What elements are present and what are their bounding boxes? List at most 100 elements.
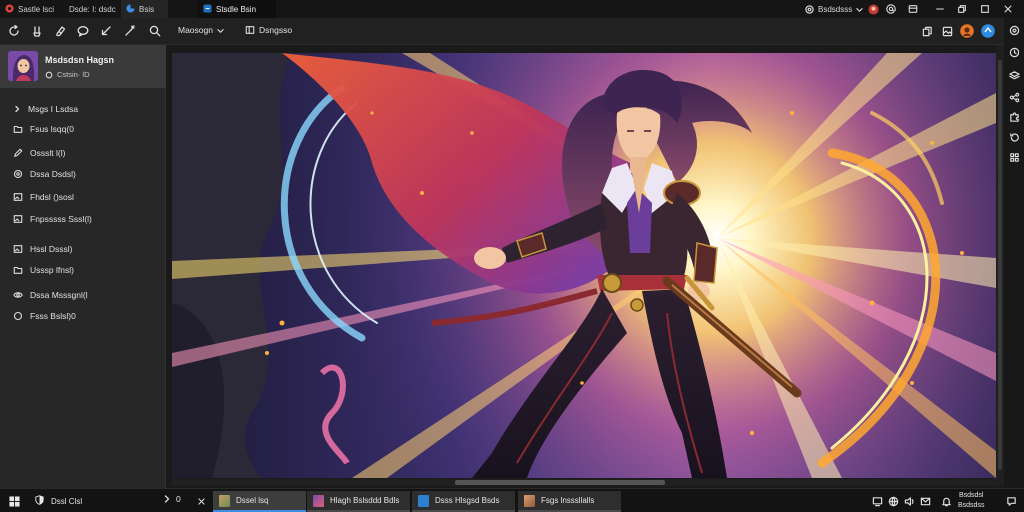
system-clock[interactable]: Bsdsdsl Bsdsdss <box>958 491 984 511</box>
task-counter[interactable]: 0 <box>163 494 181 504</box>
taskbar-app-label: Dsss Hlsgsd Bsds <box>435 496 500 505</box>
eraser-icon[interactable] <box>52 23 68 39</box>
pen-icon <box>13 148 23 158</box>
avatar[interactable] <box>8 51 38 81</box>
brush-icon[interactable] <box>29 23 45 39</box>
gallery-icon[interactable] <box>939 23 955 39</box>
taskbar: Dssl Clsl 0 Dssel lsq Hlagh Bslsddd Bdls… <box>0 488 1024 512</box>
grid-icon[interactable] <box>1008 151 1020 163</box>
monitor-icon[interactable] <box>871 495 883 507</box>
puzzle-icon[interactable] <box>1008 111 1020 123</box>
profile-header[interactable]: Msdsdsn Hagsn Cstsin· lD <box>0 45 166 88</box>
close-icon[interactable] <box>195 495 207 507</box>
taskbar-app-label: Fsgs lnsssllalls <box>541 496 595 505</box>
settings-circle-icon <box>805 4 814 14</box>
copy-icon[interactable] <box>919 23 935 39</box>
tab-dsde[interactable]: Dsde: I: dsdc <box>64 0 120 18</box>
image-app-icon <box>313 494 324 507</box>
sidebar-item-label: Fhdsl ()sosl <box>30 192 74 202</box>
tab-sastle[interactable]: Sastle lsci <box>0 0 64 18</box>
volume-icon[interactable] <box>903 495 915 507</box>
tab-stsdle[interactable]: Stsdle Bsin <box>198 0 276 18</box>
close-icon[interactable] <box>1002 3 1014 15</box>
sidebar-item-fnpsssss[interactable]: Fnpsssss Sssl(l) <box>0 210 166 228</box>
app-logo-icon <box>5 3 14 15</box>
mail-icon[interactable] <box>919 495 931 507</box>
taskbar-search[interactable]: Dssl Clsl <box>34 494 82 508</box>
user-avatar[interactable] <box>867 3 879 15</box>
toolbar: Maosogn Dsngsso <box>0 18 1024 45</box>
browser-icon <box>126 3 135 15</box>
image-icon <box>13 214 23 224</box>
artwork-image[interactable] <box>172 53 996 478</box>
sidebar-item-label: Msgs I Lsdsa <box>28 104 79 114</box>
workspace-menu[interactable]: Maosogn <box>178 25 224 35</box>
network-icon[interactable] <box>887 495 899 507</box>
sidebar-item-fsus[interactable]: Fsus lsqq(0 <box>0 120 166 138</box>
sidebar-item-usssp[interactable]: Usssp lfnsl) <box>0 261 166 279</box>
circle-icon <box>13 311 23 321</box>
share-icon[interactable] <box>1008 91 1020 103</box>
comment-icon[interactable] <box>75 23 91 39</box>
status-text: Cstsin· lD <box>57 70 90 79</box>
bell-icon[interactable] <box>940 495 952 507</box>
scroll-thumb[interactable] <box>998 60 1002 470</box>
wand-icon[interactable] <box>122 23 138 39</box>
user-avatar-blue[interactable] <box>980 23 996 39</box>
shield-icon <box>34 494 45 508</box>
arrow-icon[interactable] <box>98 23 114 39</box>
clock-icon[interactable] <box>1008 46 1020 58</box>
taskbar-app-2[interactable]: Hlagh Bslsddd Bdls <box>307 491 410 512</box>
windows-start-icon[interactable] <box>8 495 20 507</box>
taskbar-app-1[interactable]: Dssel lsq <box>213 491 306 512</box>
workspace-menu-label: Maosogn <box>178 25 213 35</box>
sidebar-item-fsss[interactable]: Fsss Bslsl)0 <box>0 307 166 325</box>
history-icon[interactable] <box>1008 131 1020 143</box>
layers-icon[interactable] <box>1008 69 1020 81</box>
folder-icon <box>13 265 23 275</box>
view-label: Dsngsso <box>259 25 293 35</box>
search-icon[interactable] <box>147 23 163 39</box>
right-panel <box>1004 18 1024 488</box>
sidebar-item-hssl[interactable]: Hssl Dsssl) <box>0 240 166 258</box>
tab-label: Bsis <box>139 4 155 14</box>
image-app-icon <box>524 494 535 507</box>
scroll-thumb[interactable] <box>455 480 665 485</box>
sidebar-item-label: Usssp lfnsl) <box>30 265 74 275</box>
vertical-scrollbar[interactable] <box>996 45 1004 486</box>
taskbar-app-4[interactable]: Fsgs lnsssllalls <box>518 491 621 512</box>
panel-icon <box>245 25 255 35</box>
maximize-icon[interactable] <box>979 3 991 15</box>
sidebar-item-msgs[interactable]: Msgs I Lsdsa <box>0 100 166 118</box>
eye-icon <box>13 290 23 300</box>
sidebar-item-ossslt[interactable]: Ossslt l(l) <box>0 144 166 162</box>
sidebar-item-label: Dssa Msssgnl(l <box>30 290 88 300</box>
title-bar: Sastle lsci Dsde: I: dsdc Bsis Stsdle Bs… <box>0 0 1024 18</box>
minimize-icon[interactable] <box>934 3 946 15</box>
clock-time: Bsdsdsl <box>958 492 984 499</box>
back-icon[interactable] <box>6 23 22 39</box>
settings-icon[interactable] <box>1008 24 1020 36</box>
chevron-down-icon <box>856 6 863 13</box>
sidebar-item-label: Ossslt l(l) <box>30 148 66 158</box>
tab-bsis[interactable]: Bsis <box>121 0 168 18</box>
sidebar-item-dssa[interactable]: Dssa Dsdsl) <box>0 165 166 183</box>
view-button[interactable]: Dsngsso <box>245 25 292 35</box>
document-app-icon <box>418 494 429 507</box>
account-menu[interactable]: Bsdsdsss <box>805 3 863 15</box>
notification-icon[interactable] <box>1005 495 1017 507</box>
at-icon[interactable] <box>885 3 897 15</box>
horizontal-scrollbar[interactable] <box>172 479 996 486</box>
restore-icon[interactable] <box>956 3 968 15</box>
account-label: Bsdsdsss <box>818 4 853 14</box>
image-icon <box>13 244 23 254</box>
search-label: Dssl Clsl <box>51 496 83 506</box>
user-avatar-orange[interactable] <box>959 23 975 39</box>
tab-label: Stsdle Bsin <box>216 4 257 14</box>
sidebar-item-label: Dssa Dsdsl) <box>30 169 76 179</box>
taskbar-app-3[interactable]: Dsss Hlsgsd Bsds <box>412 491 515 512</box>
sidebar-item-fhdsl[interactable]: Fhdsl ()sosl <box>0 188 166 206</box>
window-tile-icon[interactable] <box>907 3 919 15</box>
sidebar-item-dssa-msssgn[interactable]: Dssa Msssgnl(l <box>0 286 166 304</box>
circle-icon <box>13 169 23 179</box>
